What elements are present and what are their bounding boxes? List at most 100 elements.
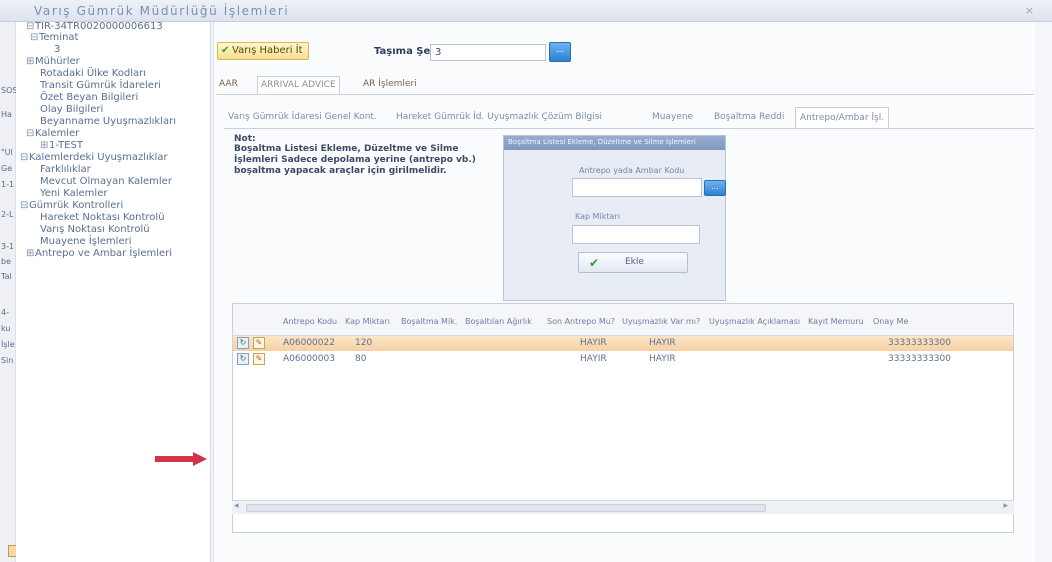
window-title: Varış Gümrük Müdürlüğü İşlemleri (34, 4, 290, 18)
column-header[interactable]: Onay Me (873, 317, 908, 326)
scroll-left-icon[interactable]: ◂ (234, 501, 239, 511)
tree-item[interactable]: Varış Noktası Kontrolü (40, 224, 150, 235)
tree-item-label: Varış Noktası Kontrolü (40, 224, 150, 235)
tree-expander-icon[interactable]: ⊟ (26, 128, 35, 139)
tree-item-label: Gümrük Kontrolleri (29, 200, 124, 211)
cell-kayit-memuru: 33333333300 (888, 354, 951, 364)
tree-expander-icon[interactable]: ⊞ (26, 248, 35, 259)
cell-son-antrepo: HAYIR (580, 338, 607, 348)
tree-item-label: Mevcut Olmayan Kalemler (40, 176, 172, 187)
cell-antrepo-kodu: A06000022 (283, 338, 335, 348)
tab-bosaltma-reddi[interactable]: Boşaltma Reddi (710, 107, 788, 128)
tree-expander-icon[interactable]: ⊟ (30, 32, 39, 43)
tree-item[interactable]: ⊟TIR-34TR0020000006613 (26, 21, 163, 32)
tree-item[interactable]: Olay Bilgileri (40, 104, 103, 115)
tab-hareket-uyusmazlik[interactable]: Hareket Gümrük İd. Uyuşmazlık Çözüm Bilg… (392, 107, 606, 128)
kap-miktari-label: Kap Miktarı (575, 212, 620, 221)
tree-item-label: Farklılıklar (40, 164, 91, 175)
scroll-right-icon[interactable]: ▸ (1003, 501, 1008, 511)
tree-item[interactable]: Farklılıklar (40, 164, 91, 175)
tree-item[interactable]: Beyanname Uyuşmazlıkları (40, 116, 176, 127)
strip-text: "Ul (1, 148, 13, 157)
strip-text: Ha (1, 110, 12, 119)
antrepo-kodu-input[interactable] (572, 178, 702, 197)
strip-text: ku (1, 324, 11, 333)
column-header[interactable]: Boşaltma Mik. (401, 317, 457, 326)
tree-item-label: Muayene İşlemleri (40, 236, 132, 247)
tree-item[interactable]: Hareket Noktası Kontrolü (40, 212, 165, 223)
tree-item-label: Transit Gümrük İdareleri (40, 80, 161, 91)
tree-item[interactable]: Mevcut Olmayan Kalemler (40, 176, 172, 187)
table-row[interactable]: ↻ ✎ A06000003 80 HAYIR HAYIR 33333333300 (233, 352, 1013, 367)
grid-header: Antrepo Kodu Kap Miktarı Boşaltma Mik. B… (233, 304, 1013, 336)
cell-kap-miktari: 80 (355, 354, 367, 364)
column-header[interactable]: Uyuşmazlık Var mı? (622, 317, 700, 326)
tree-item[interactable]: Muayene İşlemleri (40, 236, 131, 247)
tree-item-label: Hareket Noktası Kontrolü (40, 212, 165, 223)
inner-tab-bar: Varış Gümrük İdaresi Genel Kont. Hareket… (224, 107, 1034, 128)
add-button[interactable]: ✔ Ekle (578, 252, 688, 273)
tab-varis-gumruk-genel-kont[interactable]: Varış Gümrük İdaresi Genel Kont. (224, 107, 381, 128)
tree-expander-icon[interactable]: ⊟ (20, 200, 29, 211)
strip-text: be (1, 257, 11, 266)
cell-kayit-memuru: 33333333300 (888, 338, 951, 348)
tree-item[interactable]: Özet Beyan Bilgileri (40, 92, 138, 103)
column-header[interactable]: Son Antrepo Mu? (547, 317, 615, 326)
tasima-sekli-input[interactable]: 3 (430, 44, 546, 61)
tree-expander-icon[interactable]: ⊞ (40, 140, 49, 151)
tasima-lookup-button[interactable]: ... (549, 42, 571, 62)
tree-item[interactable]: ⊟Kalemlerdeki Uyuşmazlıklar (20, 152, 168, 163)
bosaltma-dialog: Boşaltma Listesi Ekleme, Düzeltme ve Sil… (503, 135, 726, 301)
tree-item[interactable]: ⊞Antrepo ve Ambar İşlemleri (26, 248, 172, 259)
tab-divider (224, 128, 1034, 129)
tab-arrival-advice[interactable]: ARRIVAL ADVICE (257, 76, 340, 94)
background-window-strip: SOS Ha "Ul Ge 1-1 2-L 3-1 be Tal 4- ku İ… (0, 22, 18, 562)
row-edit-icon[interactable]: ✎ (253, 337, 265, 349)
strip-text: 2-L (1, 210, 14, 219)
column-header[interactable]: Uyuşmazlık Açıklaması (709, 317, 800, 326)
column-header[interactable]: Kap Miktarı (345, 317, 390, 326)
tree-item[interactable]: Transit Gümrük İdareleri (40, 80, 161, 91)
close-icon[interactable]: × (1025, 4, 1034, 17)
tree-item[interactable]: Rotadaki Ülke Kodları (40, 68, 146, 79)
tree-item-label: Antrepo ve Ambar İşlemleri (35, 248, 173, 259)
tree-item[interactable]: 3 (54, 44, 60, 55)
strip-text: Ge (1, 164, 13, 173)
row-refresh-icon[interactable]: ↻ (237, 353, 249, 365)
title-bar: Varış Gümrük Müdürlüğü İşlemleri × (0, 0, 1052, 22)
tree-item[interactable]: ⊟Teminat (30, 32, 78, 43)
antrepo-lookup-button[interactable]: ... (704, 180, 726, 196)
tree-item[interactable]: ⊞Mühürler (26, 56, 80, 67)
add-button-label: Ekle (625, 257, 644, 267)
strip-text: İşle (1, 340, 15, 349)
column-header[interactable]: Boşaltılan Ağırlık (465, 317, 532, 326)
tree-item[interactable]: ⊟Gümrük Kontrolleri (20, 200, 123, 211)
row-edit-icon[interactable]: ✎ (253, 353, 265, 365)
tab-aar[interactable]: AAR (216, 76, 241, 94)
table-row[interactable]: ↻ ✎ A06000022 120 HAYIR HAYIR 3333333330… (233, 336, 1013, 351)
tree-item-label: 3 (54, 44, 61, 55)
tree-item[interactable]: Yeni Kalemler (40, 188, 107, 199)
column-header[interactable]: Kayıt Memuru (808, 317, 864, 326)
tree-item[interactable]: ⊟Kalemler (26, 128, 79, 139)
tab-muayene[interactable]: Muayene (648, 107, 697, 128)
tree-item-label: Mühürler (35, 56, 80, 67)
cell-uyusmazlik: HAYIR (649, 354, 676, 364)
note-text: Boşaltma Listesi Ekleme, Düzeltme ve Sil… (234, 144, 476, 176)
scroll-thumb[interactable] (246, 504, 766, 512)
kap-miktari-input[interactable] (572, 225, 700, 244)
tree-expander-icon[interactable]: ⊟ (20, 152, 29, 163)
send-arrival-notice-button[interactable]: ✔ Varış Haberi İt (217, 42, 309, 60)
tab-antrepo-ambar[interactable]: Antrepo/Ambar İşl. (795, 107, 890, 128)
tree-expander-icon[interactable]: ⊟ (26, 21, 35, 32)
tree-item[interactable]: ⊞1-TEST (40, 140, 83, 151)
strip-text: 1-1 (1, 180, 15, 189)
tree-expander-icon[interactable]: ⊞ (26, 56, 35, 67)
strip-text: SOS (1, 86, 18, 95)
tree-item-label: Yeni Kalemler (40, 188, 108, 199)
tab-ar-islemleri[interactable]: AR İşlemleri (360, 76, 420, 94)
check-icon: ✔ (589, 256, 600, 270)
row-refresh-icon[interactable]: ↻ (237, 337, 249, 349)
horizontal-scrollbar[interactable]: ◂ ▸ (232, 500, 1014, 514)
column-header[interactable]: Antrepo Kodu (283, 317, 337, 326)
